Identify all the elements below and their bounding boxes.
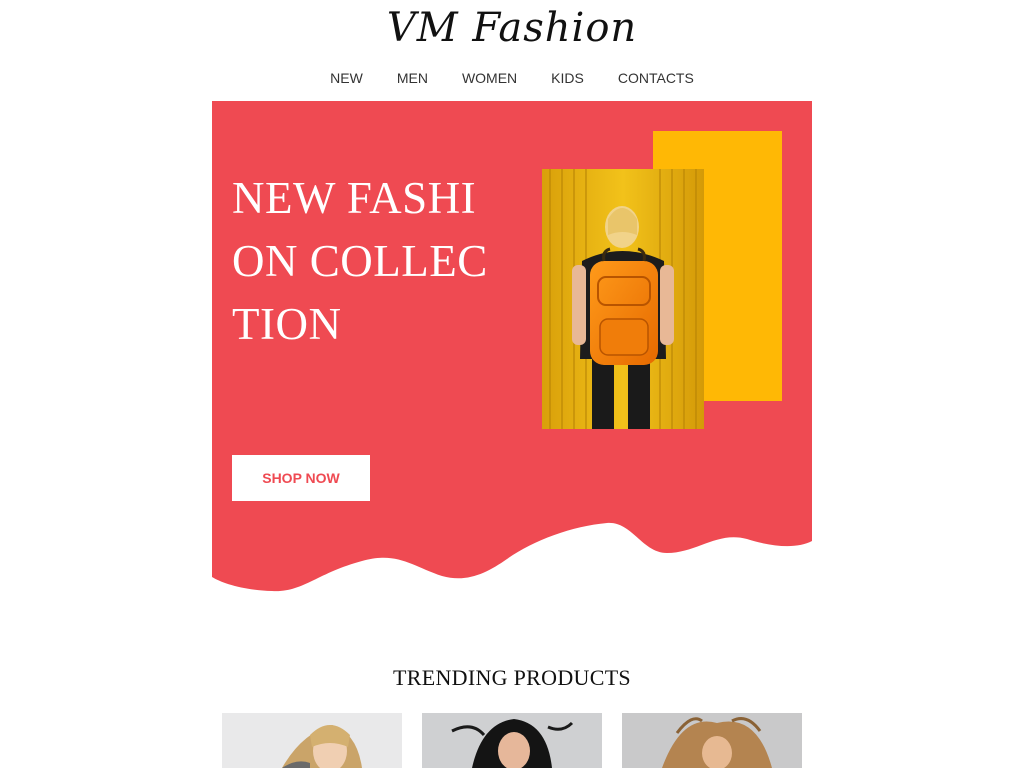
product-card-3[interactable]: [622, 713, 802, 768]
hero-banner: NEW FASHION COLLECTION SHOP NOW: [212, 101, 812, 601]
nav-item-new[interactable]: NEW: [313, 68, 380, 88]
trending-products-title: TRENDING PRODUCTS: [393, 665, 631, 690]
woman-with-flowing-hair-photo: [622, 713, 802, 768]
nav-item-kids[interactable]: KIDS: [534, 68, 601, 88]
woman-with-orange-backpack-photo: [542, 169, 704, 429]
nav-item-contacts[interactable]: CONTACTS: [601, 68, 711, 88]
product-card-2[interactable]: [422, 713, 602, 768]
main-nav: NEW MEN WOMEN KIDS CONTACTS: [312, 68, 712, 88]
hero-title: NEW FASHION COLLECTION: [232, 173, 488, 349]
nav-item-women[interactable]: WOMEN: [445, 68, 534, 88]
page: VM Fashion NEW MEN WOMEN KIDS CONTACTS N…: [0, 0, 1024, 768]
product-card-1[interactable]: [222, 713, 402, 768]
dark-haired-woman-photo: [422, 713, 602, 768]
site-logo[interactable]: VM Fashion: [0, 4, 1024, 52]
blonde-woman-photo: [222, 713, 402, 768]
shop-now-button[interactable]: SHOP NOW: [232, 455, 370, 501]
nav-item-men[interactable]: MEN: [380, 68, 445, 88]
